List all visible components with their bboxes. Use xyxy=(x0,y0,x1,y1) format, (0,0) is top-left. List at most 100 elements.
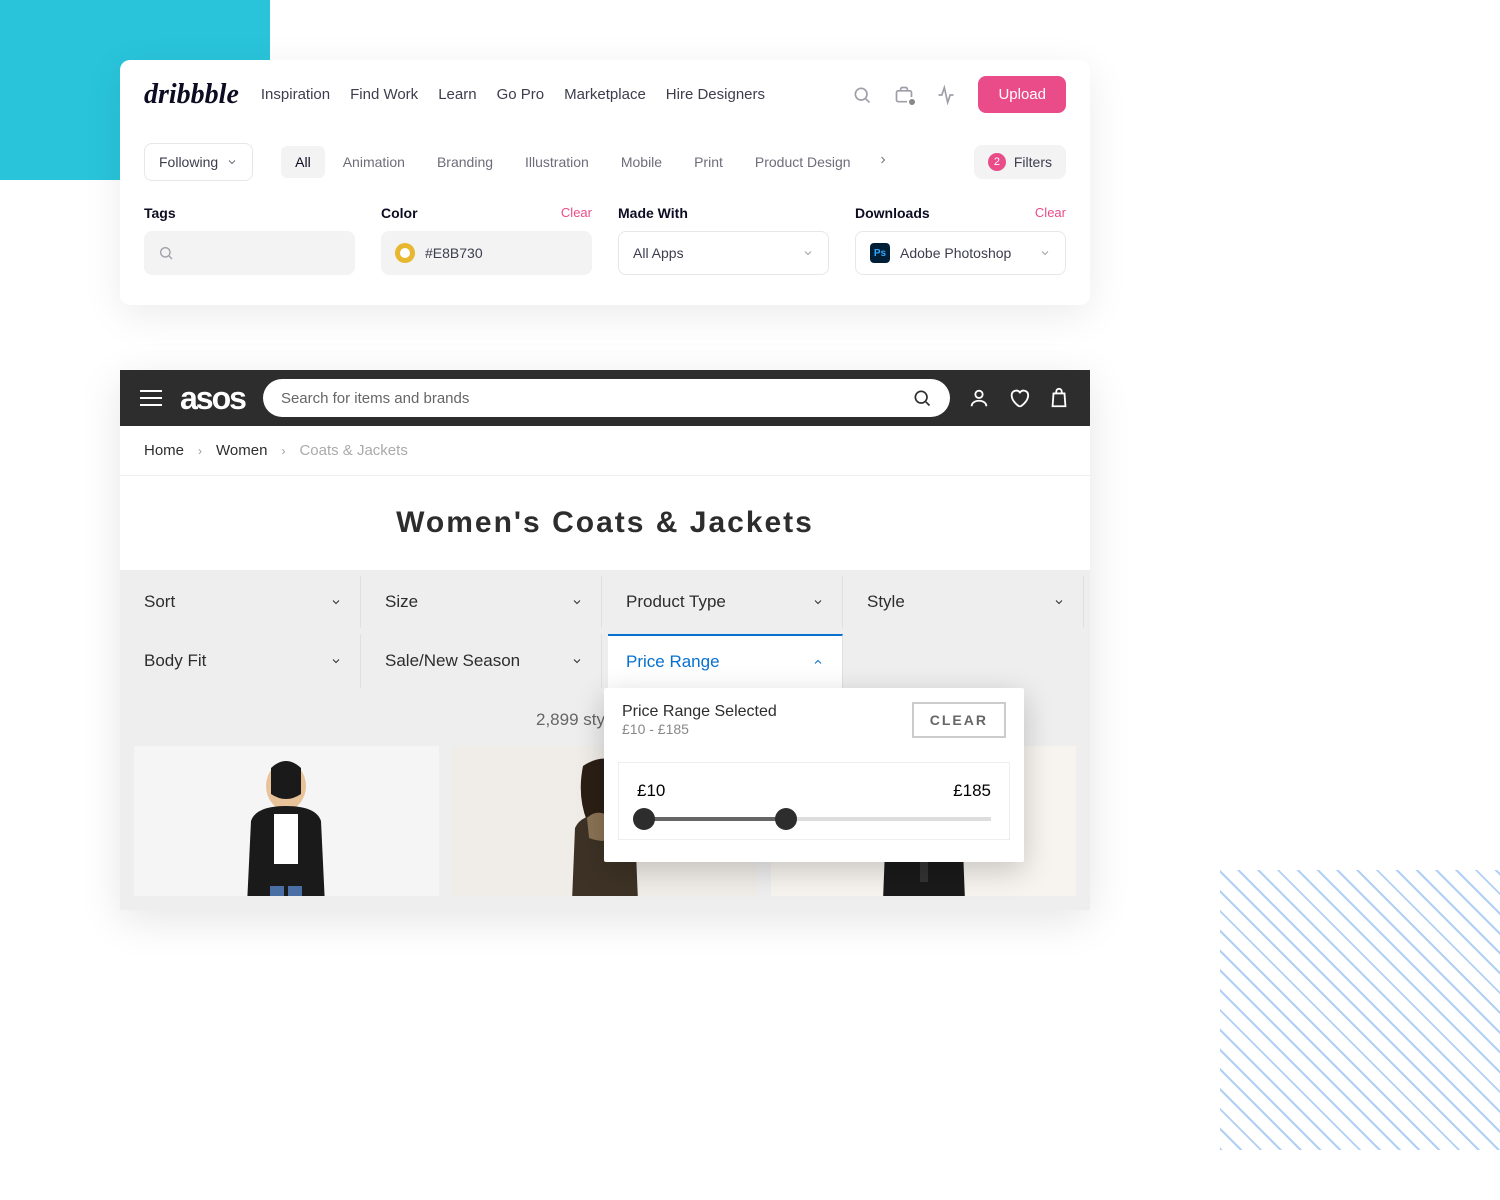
search-placeholder: Search for items and brands xyxy=(281,390,469,407)
filter-product-type[interactable]: Product Type xyxy=(608,576,843,628)
notification-dot xyxy=(907,97,917,107)
chevron-down-icon xyxy=(571,596,583,608)
chevron-down-icon xyxy=(330,596,342,608)
product-image xyxy=(226,746,346,896)
chevron-down-icon xyxy=(226,156,238,168)
filter-col-tags: Tags xyxy=(144,205,355,275)
asos-search-input[interactable]: Search for items and brands xyxy=(263,379,950,417)
cat-animation[interactable]: Animation xyxy=(329,146,419,178)
category-tabs: All Animation Branding Illustration Mobi… xyxy=(281,146,896,178)
downloads-select[interactable]: Ps Adobe Photoshop xyxy=(855,231,1066,275)
filter-size[interactable]: Size xyxy=(367,576,602,628)
filter-body-fit[interactable]: Body Fit xyxy=(126,634,361,688)
downloads-label: Downloads xyxy=(855,205,930,221)
chevron-down-icon xyxy=(1039,247,1051,259)
slider-fill xyxy=(637,817,786,821)
category-more-icon[interactable] xyxy=(869,153,897,171)
crumb-home[interactable]: Home xyxy=(144,442,184,459)
asos-filter-grid: Sort Size Product Type Style Body Fit Sa… xyxy=(120,570,1090,694)
filters-count-badge: 2 xyxy=(988,153,1006,171)
nav-links: Inspiration Find Work Learn Go Pro Marke… xyxy=(261,86,765,103)
filter-col-color: Color Clear #E8B730 xyxy=(381,205,592,275)
chevron-up-icon xyxy=(812,656,824,668)
hamburger-icon[interactable] xyxy=(140,390,162,406)
chevron-down-icon xyxy=(1053,596,1065,608)
filter-price-range[interactable]: Price Range xyxy=(608,634,843,688)
search-icon[interactable] xyxy=(852,85,872,105)
cat-illustration[interactable]: Illustration xyxy=(511,146,603,178)
price-max-label: £185 xyxy=(953,781,991,801)
slider-track[interactable] xyxy=(637,817,991,821)
crumb-sep: › xyxy=(198,444,202,458)
nav-hire-designers[interactable]: Hire Designers xyxy=(666,86,765,103)
price-selected-label: Price Range Selected xyxy=(622,703,777,721)
price-range-text: £10 - £185 xyxy=(622,721,777,737)
photoshop-icon: Ps xyxy=(870,243,890,263)
upload-button[interactable]: Upload xyxy=(978,76,1066,113)
madewith-label: Made With xyxy=(618,205,688,221)
following-dropdown[interactable]: Following xyxy=(144,143,253,181)
filter-sale[interactable]: Sale/New Season xyxy=(367,634,602,688)
category-row: Following All Animation Branding Illustr… xyxy=(120,129,1090,195)
color-label: Color xyxy=(381,205,418,221)
cat-print[interactable]: Print xyxy=(680,146,737,178)
asos-topbar: asos Search for items and brands xyxy=(120,370,1090,426)
filter-sort[interactable]: Sort xyxy=(126,576,361,628)
heart-icon[interactable] xyxy=(1008,387,1030,409)
downloads-clear-link[interactable]: Clear xyxy=(1035,205,1066,221)
chevron-down-icon xyxy=(330,655,342,667)
nav-learn[interactable]: Learn xyxy=(438,86,476,103)
search-icon xyxy=(912,388,932,408)
slider-thumb-min[interactable] xyxy=(633,808,655,830)
search-icon xyxy=(158,245,174,261)
price-min-label: £10 xyxy=(637,781,665,801)
price-clear-button[interactable]: CLEAR xyxy=(912,702,1006,738)
product-card[interactable] xyxy=(134,746,439,896)
account-icon[interactable] xyxy=(968,387,990,409)
filters-button[interactable]: 2 Filters xyxy=(974,145,1066,179)
color-value: #E8B730 xyxy=(425,245,483,261)
price-popover-header: Price Range Selected £10 - £185 CLEAR xyxy=(604,688,1024,752)
decorative-stripes xyxy=(1220,870,1500,1150)
chevron-down-icon xyxy=(812,596,824,608)
dribbble-logo[interactable]: dribbble xyxy=(144,79,239,111)
color-swatch xyxy=(395,243,415,263)
color-clear-link[interactable]: Clear xyxy=(561,205,592,221)
cat-mobile[interactable]: Mobile xyxy=(607,146,676,178)
nav-go-pro[interactable]: Go Pro xyxy=(497,86,545,103)
activity-icon[interactable] xyxy=(936,85,956,105)
slider-thumb-max[interactable] xyxy=(775,808,797,830)
filters-label: Filters xyxy=(1014,154,1052,170)
breadcrumb: Home › Women › Coats & Jackets xyxy=(120,426,1090,476)
following-label: Following xyxy=(159,154,218,170)
asos-logo[interactable]: asos xyxy=(180,380,245,417)
crumb-sep: › xyxy=(281,444,285,458)
madewith-value: All Apps xyxy=(633,245,684,261)
nav-inspiration[interactable]: Inspiration xyxy=(261,86,330,103)
nav-marketplace[interactable]: Marketplace xyxy=(564,86,646,103)
cat-branding[interactable]: Branding xyxy=(423,146,507,178)
cat-product-design[interactable]: Product Design xyxy=(741,146,865,178)
price-slider: £10 £185 xyxy=(618,762,1010,840)
crumb-women[interactable]: Women xyxy=(216,442,267,459)
color-input[interactable]: #E8B730 xyxy=(381,231,592,275)
dribbble-card: dribbble Inspiration Find Work Learn Go … xyxy=(120,60,1090,305)
dribbble-navbar: dribbble Inspiration Find Work Learn Go … xyxy=(120,60,1090,129)
filter-empty xyxy=(849,634,1084,688)
filter-style[interactable]: Style xyxy=(849,576,1084,628)
crumb-current: Coats & Jackets xyxy=(299,442,407,459)
tags-input[interactable] xyxy=(144,231,355,275)
page-title: Women's Coats & Jackets xyxy=(120,476,1090,570)
price-range-popover: Price Range Selected £10 - £185 CLEAR £1… xyxy=(604,688,1024,862)
chevron-down-icon xyxy=(802,247,814,259)
madewith-select[interactable]: All Apps xyxy=(618,231,829,275)
downloads-value: Adobe Photoshop xyxy=(900,245,1011,261)
tags-label: Tags xyxy=(144,205,176,221)
filter-col-madewith: Made With All Apps xyxy=(618,205,829,275)
cat-all[interactable]: All xyxy=(281,146,325,178)
chevron-down-icon xyxy=(571,655,583,667)
bag-icon[interactable] xyxy=(1048,387,1070,409)
nav-find-work[interactable]: Find Work xyxy=(350,86,418,103)
filter-panel: Tags Color Clear #E8B730 Made With All A… xyxy=(120,195,1090,305)
briefcase-icon[interactable] xyxy=(894,85,914,105)
